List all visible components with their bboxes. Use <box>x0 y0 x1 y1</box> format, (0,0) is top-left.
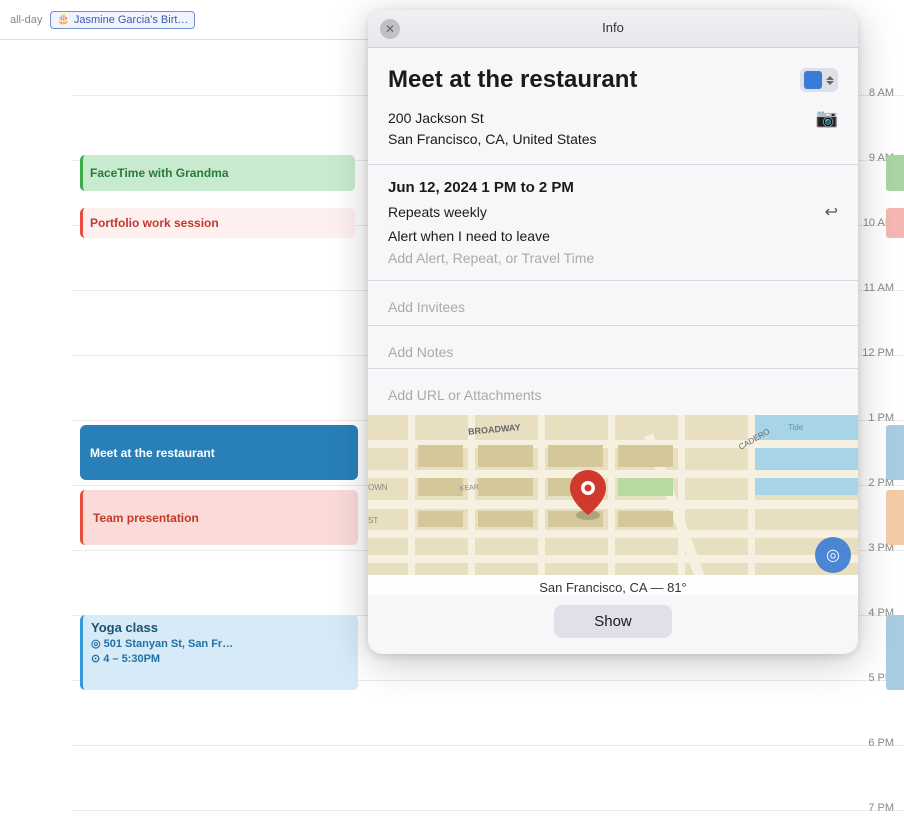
location-text: 200 Jackson St San Francisco, CA, United… <box>388 108 597 150</box>
info-panel: ✕ Info Meet at the restaurant 200 Jackso… <box>368 10 858 654</box>
show-button[interactable]: Show <box>554 605 672 638</box>
divider-2 <box>368 280 858 281</box>
right-event-2[interactable] <box>886 208 904 238</box>
time-8am: 8 AM <box>869 87 894 99</box>
info-panel-title: Info <box>602 20 624 35</box>
map-label: San Francisco, CA — 81° <box>368 575 858 595</box>
event-yoga[interactable]: Yoga class ◎ 501 Stanyan St, San Fr… ⊙ 4… <box>80 615 358 690</box>
alert-text: Alert when I need to leave <box>388 228 838 244</box>
event-title-row: Meet at the restaurant <box>388 66 838 94</box>
event-portfolio[interactable]: Portfolio work session <box>80 208 355 238</box>
event-title: Meet at the restaurant <box>388 66 637 94</box>
svg-text:ST: ST <box>368 516 378 525</box>
map-area[interactable]: BROADWAY CADERO OWN ST KEAR Tide ◎ San F… <box>368 415 858 595</box>
add-notes[interactable]: Add Notes <box>388 336 838 368</box>
repeat-icon[interactable]: ↩ <box>825 202 838 222</box>
right-event-5[interactable] <box>886 615 904 690</box>
svg-text:Tide: Tide <box>788 423 804 432</box>
add-invitees[interactable]: Add Invitees <box>388 291 838 323</box>
close-button[interactable]: ✕ <box>380 19 400 39</box>
hour-line-6pm <box>72 745 904 746</box>
location-icon: ◎ <box>91 637 101 650</box>
calendar-color-selector[interactable] <box>800 68 838 92</box>
location-line1: 200 Jackson St <box>388 108 597 129</box>
time-6pm: 6 PM <box>868 737 894 749</box>
right-event-4[interactable] <box>886 490 904 545</box>
map-svg: BROADWAY CADERO OWN ST KEAR Tide ◎ <box>368 415 858 575</box>
yoga-title: Yoga class <box>91 620 350 635</box>
time-12pm: 12 PM <box>862 347 894 359</box>
yoga-time: ⊙ 4 – 5:30PM <box>91 652 350 665</box>
allday-event[interactable]: 🎂 Jasmine Garcia's Birt… <box>50 11 195 29</box>
time-1pm: 1 PM <box>868 412 894 424</box>
event-datetime: Jun 12, 2024 1 PM to 2 PM <box>388 179 838 196</box>
map-visual: BROADWAY CADERO OWN ST KEAR Tide ◎ <box>368 415 858 575</box>
hour-line-7pm <box>72 810 904 811</box>
event-team[interactable]: Team presentation <box>80 490 358 545</box>
time-11am: 11 AM <box>864 282 894 294</box>
add-url[interactable]: Add URL or Attachments <box>388 379 838 411</box>
info-panel-body: Meet at the restaurant 200 Jackson St Sa… <box>368 48 858 411</box>
video-camera-icon[interactable]: 📷 <box>816 108 838 129</box>
divider-4 <box>368 368 858 369</box>
info-panel-header: ✕ Info <box>368 10 858 48</box>
divider-3 <box>368 325 858 326</box>
time-7pm: 7 PM <box>868 802 894 814</box>
location-row: 200 Jackson St San Francisco, CA, United… <box>388 108 838 150</box>
chevron-down-icon <box>826 81 834 85</box>
repeat-row: Repeats weekly ↩ <box>388 202 838 222</box>
svg-text:◎: ◎ <box>826 547 840 564</box>
repeat-text: Repeats weekly <box>388 204 487 220</box>
birthday-icon: 🎂 <box>57 14 69 25</box>
color-chevrons <box>826 76 834 85</box>
yoga-address: ◎ 501 Stanyan St, San Fr… <box>91 637 350 650</box>
add-alert-placeholder[interactable]: Add Alert, Repeat, or Travel Time <box>388 250 838 266</box>
event-facetime[interactable]: FaceTime with Grandma <box>80 155 355 191</box>
right-event-3[interactable] <box>886 425 904 480</box>
clock-icon: ⊙ <box>91 652 100 665</box>
color-swatch <box>804 71 822 89</box>
event-restaurant[interactable]: Meet at the restaurant <box>80 425 358 480</box>
allday-row: all-day 🎂 Jasmine Garcia's Birt… <box>0 0 370 40</box>
svg-text:OWN: OWN <box>368 483 388 492</box>
right-event-1[interactable] <box>886 155 904 191</box>
allday-label: all-day <box>10 14 42 26</box>
divider-1 <box>368 164 858 165</box>
chevron-up-icon <box>826 76 834 80</box>
allday-event-text: Jasmine Garcia's Birt… <box>74 14 189 26</box>
show-button-area: Show <box>368 595 858 654</box>
location-line2: San Francisco, CA, United States <box>388 129 597 150</box>
